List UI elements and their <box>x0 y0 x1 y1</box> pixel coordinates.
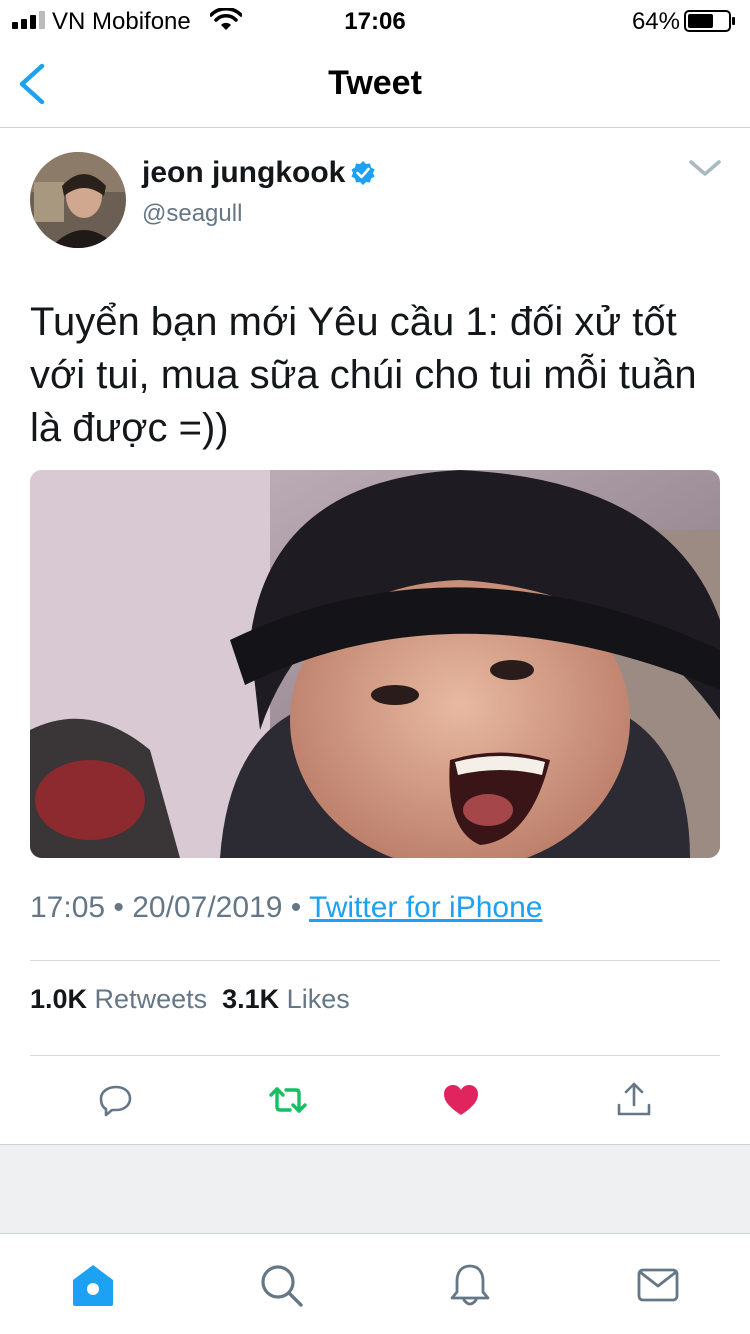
divider <box>30 960 720 961</box>
retweet-icon[interactable] <box>268 1080 308 1120</box>
tweet-media-image[interactable] <box>30 470 720 858</box>
battery-icon <box>684 10 735 32</box>
divider <box>30 1055 720 1056</box>
chevron-down-icon[interactable] <box>686 155 724 181</box>
verified-badge-icon <box>351 161 375 185</box>
battery-percent: 64% <box>631 8 680 35</box>
share-icon[interactable] <box>614 1080 654 1120</box>
tweet-meta: 17:05 • 20/07/2019 • Twitter for iPhone <box>30 891 542 925</box>
search-icon[interactable] <box>258 1262 304 1308</box>
notifications-icon[interactable] <box>447 1262 493 1308</box>
likes-count[interactable]: 3.1K <box>222 984 279 1014</box>
tweet-source-link[interactable]: Twitter for iPhone <box>309 891 542 924</box>
empty-area <box>0 1144 750 1234</box>
like-icon[interactable] <box>441 1080 481 1120</box>
tweet-timestamp: 17:05 • 20/07/2019 • <box>30 891 310 924</box>
display-name[interactable]: jeon jungkook <box>142 156 376 190</box>
likes-label[interactable]: Likes <box>279 984 350 1014</box>
page-title: Tweet <box>328 64 422 102</box>
avatar[interactable] <box>30 152 126 248</box>
user-handle: @seagull <box>142 200 243 227</box>
status-bar: VN Mobifone 17:06 64% <box>0 0 750 40</box>
home-icon[interactable] <box>70 1262 116 1308</box>
retweets-count[interactable]: 1.0K <box>30 984 87 1014</box>
tweet-text: Tuyển bạn mới Yêu cầu 1: đối xử tốt với … <box>30 300 697 450</box>
display-name-text: jeon jungkook <box>142 156 346 189</box>
messages-icon[interactable] <box>635 1262 681 1308</box>
nav-bar: Tweet <box>0 40 750 128</box>
retweets-label[interactable]: Retweets <box>87 984 208 1014</box>
reply-icon[interactable] <box>96 1080 136 1120</box>
tweet-stats: 1.0K Retweets 3.1K Likes <box>30 984 350 1015</box>
